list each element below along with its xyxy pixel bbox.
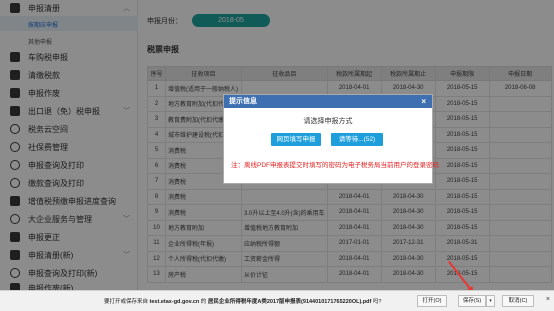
wait-countdown-button[interactable]: 请等待...(52) xyxy=(331,133,383,146)
web-declare-button[interactable]: 网页填写申报 xyxy=(271,133,321,146)
save-button[interactable]: 保存(S) xyxy=(458,295,486,307)
close-icon[interactable]: × xyxy=(421,95,426,108)
download-bar: 要打开或保存来自 test.etax-gd.gov.cn 的 居民企业所得税年度… xyxy=(0,290,554,311)
save-options-chevron-icon[interactable]: ▾ xyxy=(486,295,495,307)
download-message: 要打开或保存来自 test.etax-gd.gov.cn 的 居民企业所得税年度… xyxy=(104,297,381,305)
open-button[interactable]: 打开(O) xyxy=(417,295,447,307)
declare-method-dialog: 提示信息 × 请选择申报方式 网页填写申报 请等待...(52) 注：离线PDF… xyxy=(223,94,439,184)
cancel-button[interactable]: 取消(C) xyxy=(502,295,534,307)
download-site: test.etax-gd.gov.cn xyxy=(149,299,200,305)
dialog-title: 提示信息 xyxy=(229,98,257,105)
download-filename: 居民企业所得税年度A类2017版申报表(9144010171765220OL).… xyxy=(207,299,372,305)
download-suffix: 吗? xyxy=(372,299,382,305)
download-prefix: 要打开或保存来自 xyxy=(104,299,149,305)
dialog-prompt: 请选择申报方式 xyxy=(303,118,353,125)
close-icon[interactable]: × xyxy=(546,296,550,303)
dialog-header: 提示信息 × xyxy=(224,95,432,108)
dialog-note: 注：离线PDF申报表提交时填写的密码为电子税务局当前用户的登录密码 xyxy=(231,162,439,169)
download-middle: 的 xyxy=(200,299,207,305)
